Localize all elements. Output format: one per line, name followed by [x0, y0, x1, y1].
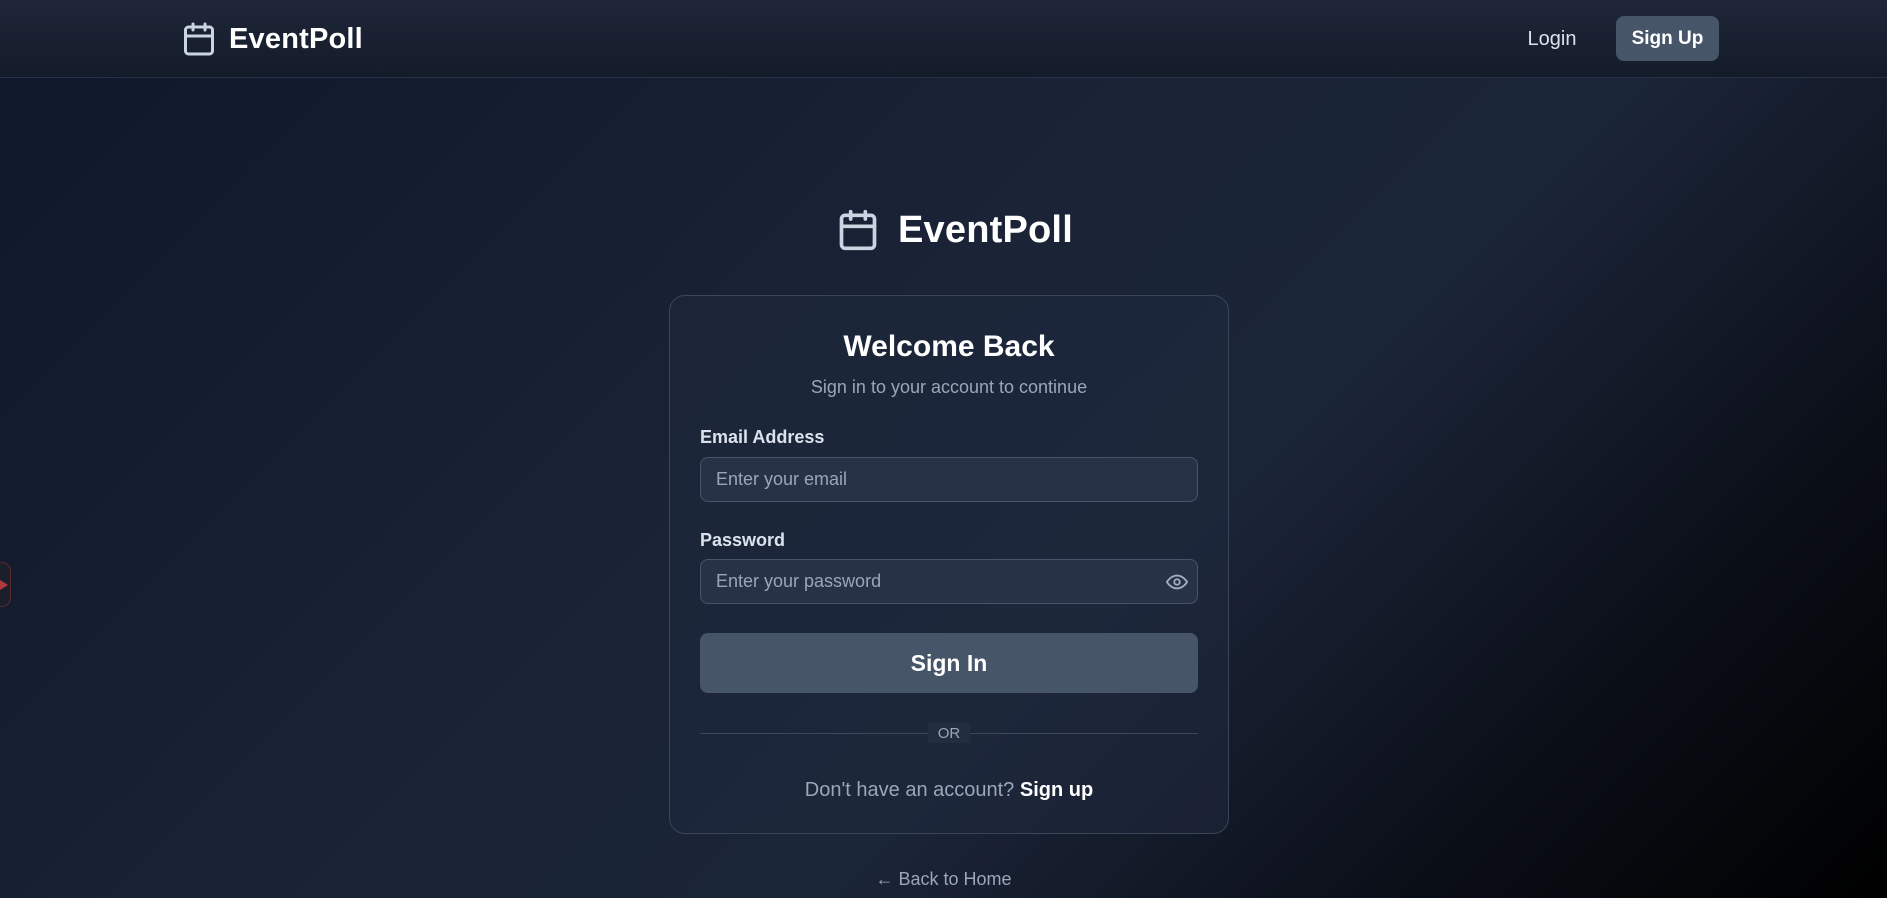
password-input[interactable]	[700, 559, 1198, 604]
signup-prompt-row: Don't have an account? Sign up	[670, 779, 1228, 802]
nav-signup-button[interactable]: Sign Up	[1616, 16, 1719, 61]
header-brand-name: EventPoll	[229, 22, 363, 55]
card-title: Welcome Back	[843, 330, 1055, 363]
back-to-home-link[interactable]: ← Back to Home	[0, 869, 1887, 890]
eye-icon	[1166, 574, 1188, 590]
nav-login-link[interactable]: Login	[1512, 22, 1592, 56]
center-brand: EventPoll	[836, 205, 1073, 255]
center-brand-name: EventPoll	[898, 208, 1073, 251]
login-card: Welcome Back Sign in to your account to …	[669, 295, 1229, 834]
email-input[interactable]	[700, 457, 1198, 502]
play-icon	[0, 579, 8, 590]
calendar-icon	[184, 22, 214, 56]
password-visibility-toggle[interactable]	[1164, 569, 1190, 595]
card-subtitle: Sign in to your account to continue	[810, 377, 1088, 397]
email-label: Email Address	[700, 427, 825, 447]
signup-prompt-text: Don't have an account?	[804, 779, 1015, 801]
signup-link[interactable]: Sign up	[1020, 779, 1093, 801]
sign-in-button[interactable]: Sign In	[700, 633, 1198, 693]
or-divider-label: OR	[928, 723, 970, 743]
password-label: Password	[700, 530, 786, 550]
calendar-icon	[839, 209, 877, 251]
top-navbar: EventPoll Login Sign Up	[0, 0, 1887, 78]
edge-side-tab[interactable]	[0, 562, 11, 607]
header-brand[interactable]: EventPoll	[181, 20, 363, 58]
